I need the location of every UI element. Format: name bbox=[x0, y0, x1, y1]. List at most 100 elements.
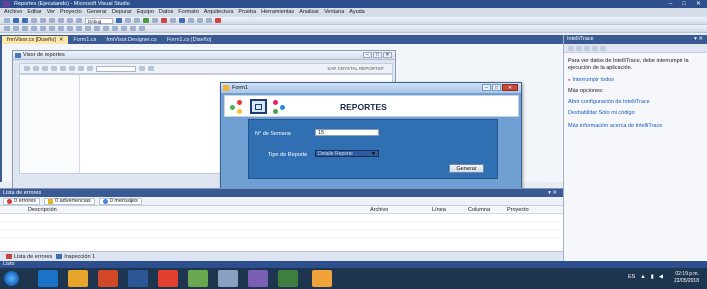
intellitrace-settings-icon[interactable] bbox=[600, 45, 606, 51]
save-all-icon[interactable] bbox=[31, 18, 37, 23]
bring-to-front-icon[interactable] bbox=[121, 26, 127, 31]
make-same-height-icon[interactable] bbox=[67, 26, 73, 31]
align-top-icon[interactable] bbox=[31, 26, 37, 31]
tab-frmvisor-designer[interactable]: frmVisor.Designer.cs bbox=[101, 36, 161, 44]
pause-icon[interactable] bbox=[152, 18, 158, 23]
tools-icon[interactable] bbox=[218, 270, 238, 287]
undo-icon[interactable] bbox=[67, 18, 73, 23]
form1-minimize-button[interactable]: – bbox=[482, 84, 491, 91]
break-all-link[interactable]: Interrumpir todos bbox=[568, 76, 703, 84]
last-page-icon[interactable] bbox=[87, 66, 93, 71]
form1-title-bar[interactable]: Form1 – □ ✕ bbox=[221, 83, 521, 93]
form1-maximize-button[interactable]: □ bbox=[492, 84, 501, 91]
tab-form1-code[interactable]: Form1.cs bbox=[68, 36, 101, 44]
menu-formato[interactable]: Formato bbox=[178, 8, 198, 17]
intellitrace-calls-icon[interactable] bbox=[576, 45, 582, 51]
tab-watch-1[interactable]: Inspección 1 bbox=[56, 254, 95, 260]
menu-editar[interactable]: Editar bbox=[27, 8, 41, 17]
reports-app-taskbar-icon[interactable] bbox=[312, 270, 332, 287]
column-file[interactable]: Archivo bbox=[370, 206, 388, 214]
find-icon[interactable] bbox=[116, 18, 122, 23]
menu-prueba[interactable]: Prueba bbox=[238, 8, 256, 17]
align-bottom-icon[interactable] bbox=[49, 26, 55, 31]
search-icon[interactable] bbox=[139, 66, 145, 71]
zoom-icon[interactable] bbox=[148, 66, 154, 71]
column-project[interactable]: Proyecto bbox=[507, 206, 529, 214]
panel-pin-icon[interactable]: ▾ ✕ bbox=[694, 35, 703, 44]
form1-close-button[interactable]: ✕ bbox=[502, 84, 518, 91]
errors-filter[interactable]: 0 errores bbox=[3, 197, 41, 205]
volume-icon[interactable]: ◀ bbox=[659, 274, 663, 280]
center-horizontally-icon[interactable] bbox=[103, 26, 109, 31]
tab-form1-design[interactable]: Form1.cs [Diseño] bbox=[162, 36, 217, 44]
prev-page-icon[interactable] bbox=[69, 66, 75, 71]
breakpoint-icon[interactable] bbox=[215, 18, 221, 23]
column-column[interactable]: Columna bbox=[468, 206, 490, 214]
report-type-select[interactable]: Detalle Reporte ▼ bbox=[315, 150, 379, 157]
error-list-pin-icon[interactable]: ▾ ✕ bbox=[548, 189, 557, 197]
warnings-filter[interactable]: 0 advertencias bbox=[44, 197, 95, 205]
menu-arquitectura[interactable]: Arquitectura bbox=[204, 8, 234, 17]
first-page-icon[interactable] bbox=[60, 66, 66, 71]
menu-herramientas[interactable]: Herramientas bbox=[261, 8, 294, 17]
show-next-statement-icon[interactable] bbox=[179, 18, 185, 23]
menu-ventana[interactable]: Ventana bbox=[324, 8, 344, 17]
week-input[interactable]: 15 bbox=[315, 129, 379, 136]
align-right-icon[interactable] bbox=[22, 26, 28, 31]
powerpoint-icon[interactable] bbox=[98, 270, 118, 287]
menu-generar[interactable]: Generar bbox=[87, 8, 107, 17]
tab-error-list[interactable]: Lista de errores bbox=[6, 254, 52, 260]
menu-archivo[interactable]: Archivo bbox=[4, 8, 22, 17]
column-line[interactable]: Línea bbox=[432, 206, 446, 214]
tab-frmvisor-design[interactable]: frmVisor.cs [Diseño] ✕ bbox=[2, 36, 69, 44]
toggle-tree-icon[interactable] bbox=[51, 66, 57, 71]
configuration-select[interactable]: Debug bbox=[85, 17, 113, 24]
align-middle-icon[interactable] bbox=[40, 26, 46, 31]
minimize-button[interactable]: – bbox=[669, 0, 672, 8]
restart-icon[interactable] bbox=[170, 18, 176, 23]
horizontal-spacing-icon[interactable] bbox=[85, 26, 91, 31]
redo-icon[interactable] bbox=[76, 18, 82, 23]
properties-icon[interactable] bbox=[134, 18, 140, 23]
menu-ayuda[interactable]: Ayuda bbox=[349, 8, 365, 17]
center-vertically-icon[interactable] bbox=[112, 26, 118, 31]
intellitrace-filter-icon[interactable] bbox=[584, 45, 590, 51]
close-tab-icon[interactable]: ✕ bbox=[59, 37, 64, 43]
cut-icon[interactable] bbox=[40, 18, 46, 23]
solution-explorer-icon[interactable] bbox=[125, 18, 131, 23]
save-icon[interactable] bbox=[22, 18, 28, 23]
refresh-icon[interactable] bbox=[42, 66, 48, 71]
language-indicator[interactable]: ES bbox=[628, 274, 635, 280]
menu-analizar[interactable]: Analizar bbox=[299, 8, 319, 17]
new-project-icon[interactable] bbox=[4, 18, 10, 23]
column-description[interactable]: Descripción bbox=[28, 206, 57, 214]
internet-explorer-icon[interactable] bbox=[38, 270, 58, 287]
word-icon[interactable] bbox=[128, 270, 148, 287]
menu-ver[interactable]: Ver bbox=[47, 8, 55, 17]
network-icon[interactable]: ▮ bbox=[651, 274, 654, 280]
make-same-size-icon[interactable] bbox=[76, 26, 82, 31]
align-center-icon[interactable] bbox=[13, 26, 19, 31]
excel-icon[interactable] bbox=[278, 270, 298, 287]
vertical-spacing-icon[interactable] bbox=[94, 26, 100, 31]
menu-datos[interactable]: Datos bbox=[159, 8, 173, 17]
generate-button[interactable]: Generar bbox=[449, 164, 484, 173]
make-same-width-icon[interactable] bbox=[58, 26, 64, 31]
windows-start-button[interactable] bbox=[4, 271, 19, 286]
menu-depurar[interactable]: Depurar bbox=[112, 8, 132, 17]
intellitrace-search-icon[interactable] bbox=[592, 45, 598, 51]
chevron-up-icon[interactable]: ▲ bbox=[640, 274, 645, 280]
align-left-icon[interactable] bbox=[4, 26, 10, 31]
step-over-icon[interactable] bbox=[197, 18, 203, 23]
page-number-input[interactable] bbox=[96, 65, 136, 72]
export-icon[interactable] bbox=[24, 66, 30, 71]
messages-filter[interactable]: 0 mensajes bbox=[98, 197, 142, 205]
open-file-icon[interactable] bbox=[13, 18, 19, 23]
step-out-icon[interactable] bbox=[206, 18, 212, 23]
file-explorer-icon[interactable] bbox=[68, 270, 88, 287]
maximize-button[interactable]: □ bbox=[682, 0, 686, 8]
menu-proyecto[interactable]: Proyecto bbox=[60, 8, 82, 17]
print-icon[interactable] bbox=[33, 66, 39, 71]
close-window-button[interactable]: ✕ bbox=[696, 0, 701, 8]
next-page-icon[interactable] bbox=[78, 66, 84, 71]
